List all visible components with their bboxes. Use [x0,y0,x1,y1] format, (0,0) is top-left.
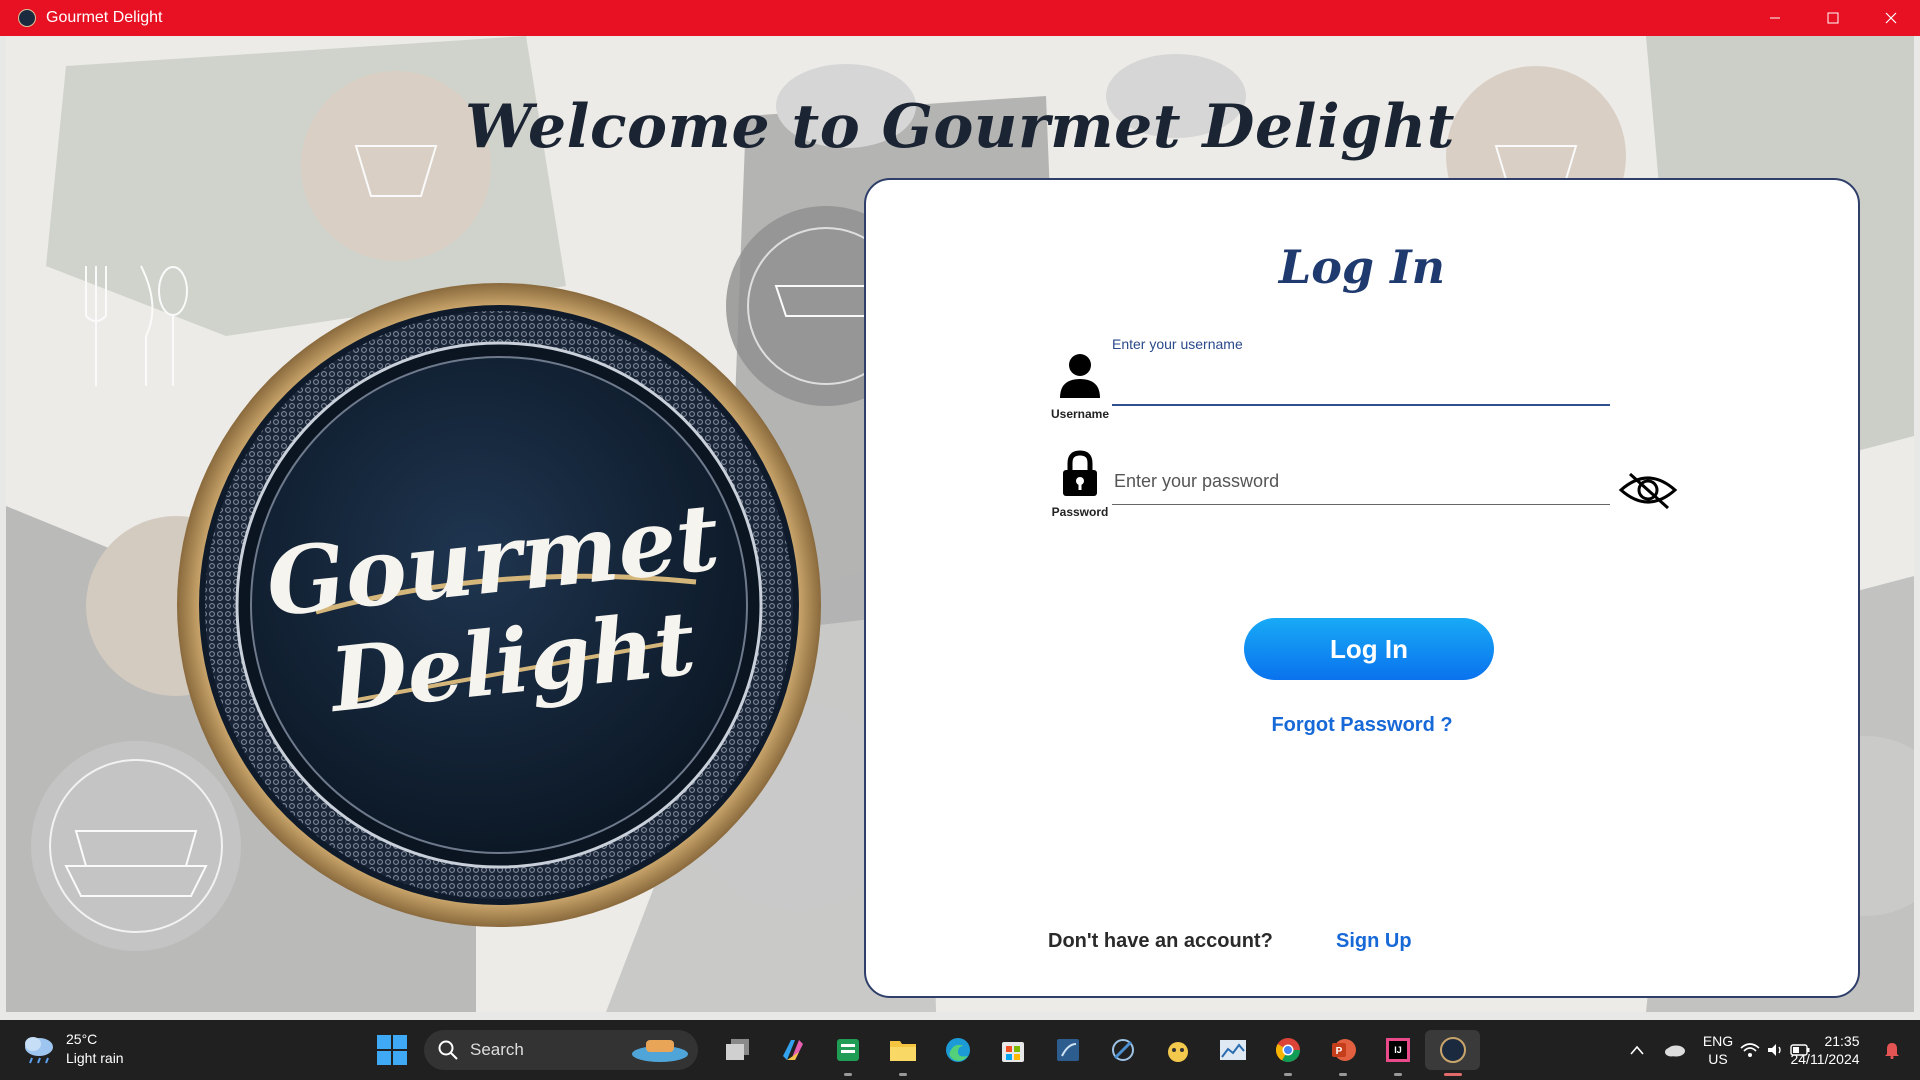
monitor-button[interactable] [1205,1030,1260,1070]
clock-time: 21:35 [1824,1033,1860,1049]
windows-start-icon[interactable] [376,1034,408,1066]
monitor-icon [1219,1040,1246,1060]
username-float-label: Enter your username [1112,336,1243,352]
gourmet-app-icon [1439,1037,1466,1063]
task-view-icon [725,1039,749,1060]
close-button[interactable] [1862,0,1920,36]
notifications-button[interactable] [1878,1020,1906,1080]
forgot-password-link[interactable]: Forgot Password ? [866,714,1858,737]
password-icon-group: Password [1050,450,1110,519]
language-indicator[interactable]: ENG US [1696,1020,1740,1080]
compass-button[interactable] [1095,1030,1150,1070]
compass-icon [1111,1039,1134,1061]
edge-button[interactable] [930,1030,985,1070]
database-button[interactable] [1040,1030,1095,1070]
store-icon [1001,1042,1024,1062]
rain-cloud-icon [25,1037,53,1064]
toggle-password-visibility-icon[interactable] [1618,468,1678,512]
password-underline [1112,504,1610,505]
app-icon [18,9,36,27]
search-highlight-icon [632,1040,688,1062]
clock-date: 24/11/2024 [1790,1051,1860,1067]
database-icon [1056,1039,1079,1061]
file-explorer-icon [889,1041,916,1061]
title-bar: Gourmet Delight [0,0,1920,36]
password-input[interactable] [1112,462,1614,500]
minimize-button[interactable] [1746,0,1804,36]
search-icon [438,1040,458,1060]
username-underline [1112,404,1610,406]
chrome-icon [1275,1038,1300,1063]
taskbar-search[interactable]: Search [424,1030,698,1070]
login-title: Log In [1278,240,1446,294]
game-icon [1167,1042,1188,1062]
taskbar: 25°C Light rain Search P IJ ENG US 21:35… [0,1020,1920,1080]
chevron-up-icon [1630,1045,1644,1055]
language-code: ENG [1702,1033,1734,1049]
intellij-button[interactable]: IJ [1370,1030,1425,1076]
login-card: Log In Username Enter your username Pass… [864,178,1860,998]
svg-text:P: P [1335,1046,1342,1057]
gourmet-delight-logo: Gourmet Delight [177,283,821,927]
edge-icon [945,1038,970,1062]
weather-temp: 25°C [66,1031,98,1047]
taskbar-apps: P IJ [710,1030,1480,1076]
game-button[interactable] [1150,1030,1205,1070]
copilot-icon [782,1040,803,1060]
task-view-button[interactable] [710,1030,765,1070]
app-window: Welcome to Gourmet Delight Gourmet Delig… [6,36,1914,1012]
powerpoint-icon: P [1331,1039,1356,1061]
bell-icon [1885,1043,1899,1059]
store-button[interactable] [985,1030,1040,1070]
sheets-button[interactable] [820,1030,875,1076]
username-input[interactable] [1112,360,1614,402]
login-button[interactable]: Log In [1244,618,1494,680]
minimize-icon [1770,17,1780,19]
window-title: Gourmet Delight [46,9,163,26]
weather-widget[interactable]: 25°C Light rain [22,1030,124,1068]
wifi-icon [1740,1043,1760,1057]
password-label: Password [1051,505,1109,519]
search-label: Search [470,1040,524,1059]
username-icon-group: Username [1050,352,1110,421]
onedrive-cloud-icon [1665,1045,1685,1057]
onedrive-button[interactable] [1660,1020,1690,1080]
window-controls [1746,0,1920,36]
lock-icon [1063,450,1097,496]
intellij-icon: IJ [1385,1038,1410,1062]
show-hidden-icons-button[interactable] [1622,1020,1652,1080]
maximize-button[interactable] [1804,0,1862,36]
weather-desc: Light rain [66,1050,124,1066]
user-icon [1060,354,1100,398]
username-label: Username [1050,407,1110,421]
keyboard-region: US [1708,1051,1728,1067]
gourmet-app-button[interactable] [1425,1030,1480,1076]
svg-text:IJ: IJ [1394,1045,1402,1055]
maximize-icon [1827,12,1839,24]
welcome-heading: Welcome to Gourmet Delight [464,92,1456,162]
sheets-icon [836,1039,859,1061]
clock[interactable]: 21:35 24/11/2024 [1780,1020,1870,1080]
chrome-button[interactable] [1260,1030,1315,1076]
file-explorer-button[interactable] [875,1030,930,1076]
close-icon [1885,12,1897,24]
powerpoint-button[interactable]: P [1315,1030,1370,1076]
sign-up-link[interactable]: Sign Up [1336,930,1412,953]
copilot-button[interactable] [765,1030,820,1070]
no-account-text: Don't have an account? [1048,930,1273,952]
